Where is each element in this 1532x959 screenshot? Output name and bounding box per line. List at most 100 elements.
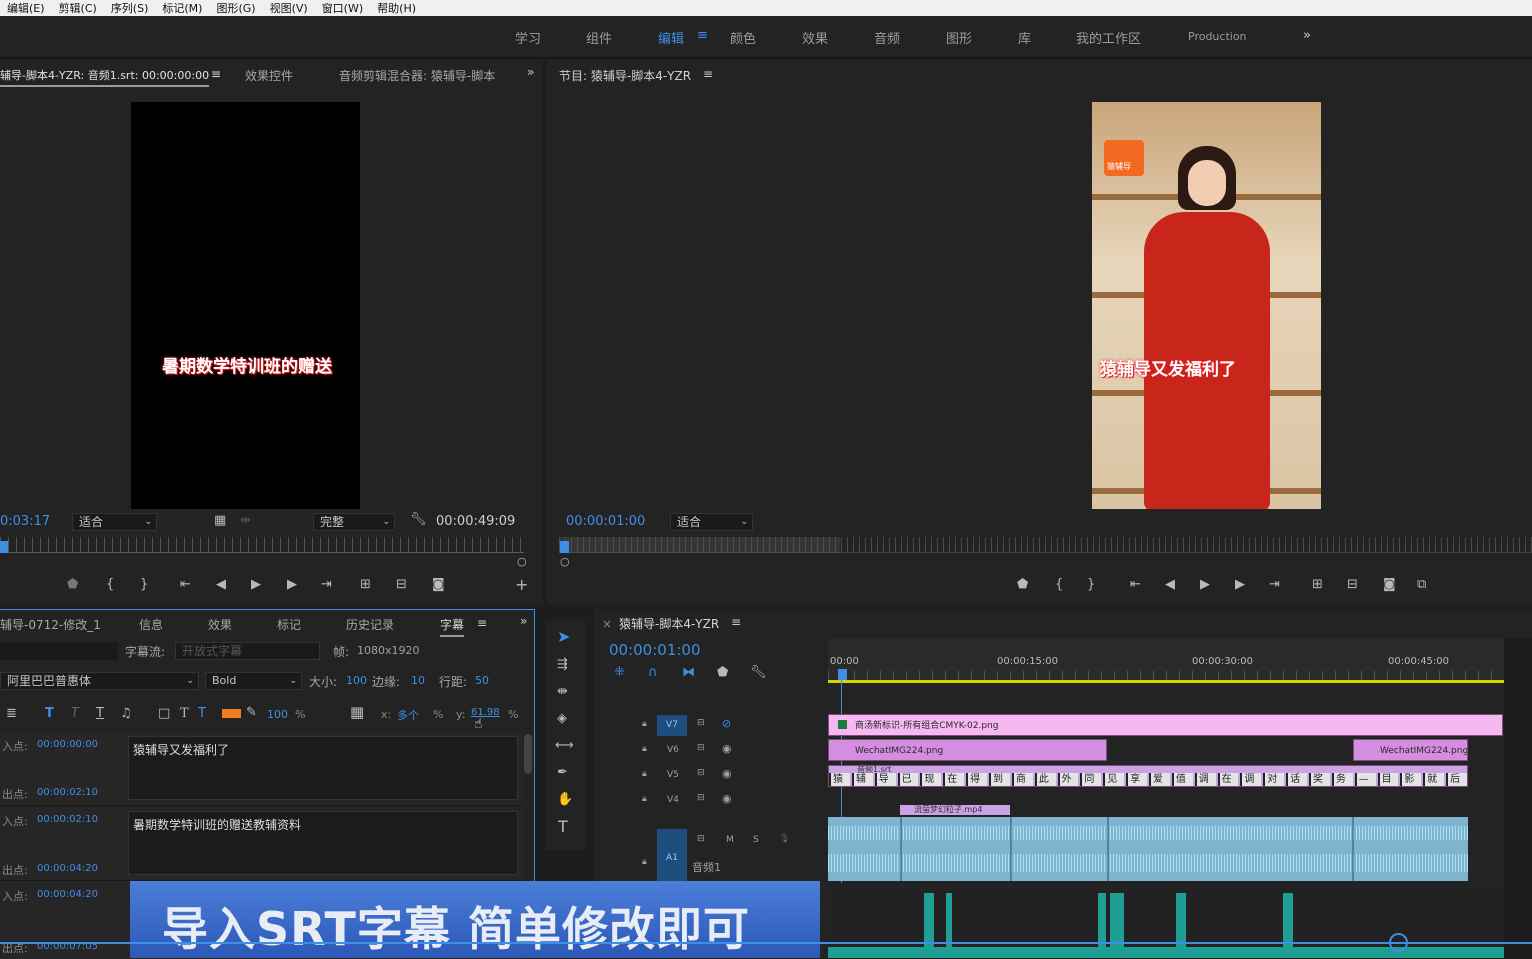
caption-segment[interactable]: 目 xyxy=(1377,773,1399,786)
play-icon[interactable]: ▶ xyxy=(1200,578,1210,592)
panel-menu-icon[interactable]: ≡ xyxy=(211,67,221,81)
out-timecode[interactable]: 00:00:04:20 xyxy=(37,863,98,874)
caption-segment[interactable]: 猿 xyxy=(829,773,850,786)
mark-out-icon[interactable]: } xyxy=(1087,578,1095,592)
nest-toggle-icon[interactable]: ⁜ xyxy=(614,666,625,680)
in-timecode[interactable]: 00:00:02:10 xyxy=(37,814,98,825)
lock-icon[interactable]: 🔒︎ xyxy=(642,744,647,754)
opacity-value[interactable]: 100 xyxy=(267,708,288,721)
selection-tool-icon[interactable]: ➤ xyxy=(557,629,570,645)
audio-clip-segment[interactable] xyxy=(924,893,934,948)
track-label-v4[interactable]: V4 xyxy=(667,795,679,805)
sync-lock-icon[interactable]: ⊟ xyxy=(697,834,705,844)
program-work-area[interactable] xyxy=(559,537,840,553)
clip-v6-png-b[interactable]: WechatIMG224.png xyxy=(1353,739,1468,761)
panel-menu-icon[interactable]: ≡ xyxy=(703,67,713,81)
razor-tool-icon[interactable]: ◈ xyxy=(557,712,567,726)
step-back-icon[interactable]: ◀ xyxy=(216,578,226,592)
workspace-audio[interactable]: 音频 xyxy=(874,28,900,47)
menu-graphics[interactable]: 图形(G) xyxy=(216,0,255,16)
italic-text-icon[interactable]: T xyxy=(71,707,79,721)
x-value[interactable]: 多个 xyxy=(397,707,419,723)
add-button-icon[interactable]: + xyxy=(515,577,528,593)
mark-in-icon[interactable]: { xyxy=(1055,578,1063,592)
pen-tool-icon[interactable]: ✒ xyxy=(557,766,568,780)
track-select-tool-icon[interactable]: ⇶ xyxy=(557,658,568,672)
caption-segment[interactable]: 就 xyxy=(1423,773,1445,786)
audio-clip-segment[interactable] xyxy=(1176,893,1186,948)
audio-clip-segment[interactable] xyxy=(946,893,952,948)
workspace-color[interactable]: 颜色 xyxy=(730,28,756,47)
stream-dropdown[interactable]: 开放式字幕 xyxy=(175,642,320,660)
caption-segment[interactable]: 商 xyxy=(1011,773,1033,786)
timeline-settings-wrench-icon[interactable]: 🔧︎ xyxy=(750,666,767,680)
text-color-icon[interactable]: T xyxy=(180,707,189,721)
in-timecode[interactable]: 00:00:04:20 xyxy=(37,889,98,900)
bold-text-icon[interactable]: T xyxy=(45,707,54,721)
search-field[interactable] xyxy=(0,642,118,660)
mark-out-icon[interactable]: } xyxy=(140,578,148,592)
project-tab[interactable]: 辅导-0712-修改_1 xyxy=(0,616,101,633)
markers-tab[interactable]: 标记 xyxy=(277,616,301,633)
caption-segment[interactable]: 导 xyxy=(874,773,896,786)
source-tab[interactable]: 辅导-脚本4-YZR: 音频1.srt: 00:00:00:00 xyxy=(0,67,210,87)
close-tab-icon[interactable]: × xyxy=(602,617,612,631)
effect-controls-tab[interactable]: 效果控件 xyxy=(245,67,293,84)
wrench-icon[interactable]: 🔧︎ xyxy=(410,513,427,527)
step-forward-icon[interactable]: ▶ xyxy=(287,578,297,592)
caption-list-scrollbar[interactable] xyxy=(524,734,532,774)
caption-segment[interactable]: 见 xyxy=(1103,773,1125,786)
sequence-tab[interactable]: 猿辅导-脚本4-YZR xyxy=(619,615,719,632)
color-swatch[interactable] xyxy=(222,709,241,718)
source-fit-dropdown[interactable]: 适合 ⌄ xyxy=(72,513,157,531)
caption-segment[interactable]: 话 xyxy=(1286,773,1307,786)
lock-icon[interactable]: 🔒︎ xyxy=(642,857,647,867)
caption-segment[interactable]: 在 xyxy=(943,773,965,786)
text-outline-icon[interactable]: T xyxy=(198,707,206,721)
overwrite-icon[interactable]: ⊟ xyxy=(396,578,407,592)
zoom-circle-icon[interactable]: ○ xyxy=(560,555,570,569)
eyedropper-icon[interactable]: ✎ xyxy=(246,706,257,720)
caption-segment[interactable]: 后 xyxy=(1446,773,1467,786)
underline-text-icon[interactable]: T xyxy=(96,707,104,721)
program-fit-dropdown[interactable]: 适合 ⌄ xyxy=(670,513,753,531)
caption-segment[interactable]: 影 xyxy=(1400,773,1422,786)
lock-icon[interactable]: 🔒︎ xyxy=(642,719,647,729)
source-video-frame[interactable]: 暑期数学特训班的赠送 xyxy=(131,102,360,509)
go-to-out-icon[interactable]: ⇥ xyxy=(321,578,332,592)
lock-icon[interactable]: 🔒︎ xyxy=(642,769,647,779)
caption-segment[interactable]: 值 xyxy=(1171,773,1193,786)
play-icon[interactable]: ▶ xyxy=(251,578,261,592)
program-playhead[interactable] xyxy=(560,541,569,553)
add-marker-icon[interactable]: ⬟ xyxy=(67,578,78,592)
track-label-v5[interactable]: V5 xyxy=(667,770,679,780)
source-quality-dropdown[interactable]: 完整 ⌄ xyxy=(313,513,395,531)
caption-segment[interactable]: 调 xyxy=(1240,773,1262,786)
eye-icon[interactable]: ◉ xyxy=(722,742,732,755)
source-time-ruler[interactable] xyxy=(0,537,524,553)
caption-segment[interactable]: 享 xyxy=(1126,773,1147,786)
caption-segment[interactable]: 调 xyxy=(1194,773,1216,786)
audio-clip-segment[interactable] xyxy=(1098,893,1106,948)
drag-video-icon[interactable]: ⇹ xyxy=(240,514,251,528)
ripple-edit-tool-icon[interactable]: ⇼ xyxy=(557,685,568,699)
workspace-libraries[interactable]: 库 xyxy=(1018,28,1031,47)
add-marker-icon[interactable]: ⬟ xyxy=(1017,578,1028,592)
more-workspaces-icon[interactable]: » xyxy=(1303,28,1311,43)
timeline-timecode[interactable]: 00:00:01:00 xyxy=(609,641,701,659)
timeline-ruler[interactable]: 00:00 00:00:15:00 00:00:30:00 00:00:45:0… xyxy=(828,639,1504,683)
caption-segment[interactable]: 奖 xyxy=(1309,773,1330,786)
go-to-in-icon[interactable]: ⇤ xyxy=(180,578,191,592)
background-box-icon[interactable]: □ xyxy=(158,707,170,721)
audio-mixer-tab[interactable]: 音频剪辑混合器: 猿辅导-脚本 xyxy=(339,67,504,84)
size-value[interactable]: 100 xyxy=(346,674,367,687)
go-to-in-icon[interactable]: ⇤ xyxy=(1130,578,1141,592)
out-timecode[interactable]: 00:00:02:10 xyxy=(37,787,98,798)
timeline-vertical-scroll[interactable] xyxy=(1504,639,1532,958)
hidden-eye-icon[interactable]: ⊘ xyxy=(722,717,731,730)
menu-edit[interactable]: 编辑(E) xyxy=(7,0,45,16)
caption-segment[interactable]: 已 xyxy=(897,773,919,786)
captions-tab[interactable]: 字幕 xyxy=(440,616,465,637)
caption-segment[interactable]: 爱 xyxy=(1149,773,1170,786)
caption-segment[interactable]: 到 xyxy=(989,773,1010,786)
